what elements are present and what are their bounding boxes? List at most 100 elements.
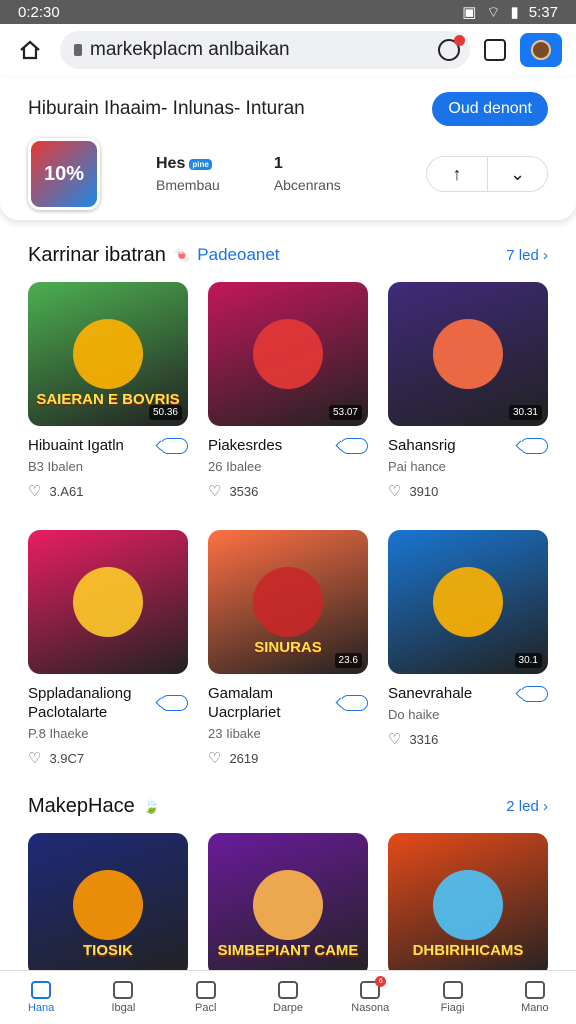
- stat1-badge: pine: [189, 158, 212, 170]
- section-2-more-link[interactable]: 2 led ›: [506, 798, 548, 815]
- game-thumbnail[interactable]: SAIERAN E BOVRIS 50.36: [28, 282, 188, 426]
- game-tile[interactable]: DHBIRIHICAMS: [388, 833, 548, 977]
- game-likes: ♡ 3910: [388, 482, 548, 500]
- status-bar: 0:2:30 ▣ ⌔ ▮ 5:37: [0, 0, 576, 24]
- game-subtitle: 23 Iibake: [208, 726, 261, 741]
- nav-item-darpe[interactable]: Darpe: [253, 981, 323, 1014]
- stat2-label: Abcenrans: [273, 177, 341, 193]
- nav-item-fiagi[interactable]: Fiagi: [418, 981, 488, 1014]
- notification-icon: ▣: [462, 4, 477, 21]
- section-1-subtitle[interactable]: Padeoanet: [197, 245, 279, 265]
- game-art-text: SIMBEPIANT CAME: [217, 942, 359, 959]
- vote-group: ↑ ⌄: [426, 156, 548, 192]
- upvote-button[interactable]: ↑: [427, 157, 487, 191]
- section-1-title: Karrinar ibatran: [28, 243, 166, 266]
- game-thumbnail[interactable]: SIMBEPIANT CAME: [208, 833, 368, 977]
- stat1-label: Bmembau: [156, 177, 220, 193]
- url-text: markekplacm anlbaikan: [90, 39, 290, 60]
- likes-count: 3316: [409, 731, 439, 747]
- game-art-text: DHBIRIHICAMS: [412, 942, 524, 959]
- game-tile[interactable]: 53.07 Piakesrdes 26 Ibalee ♡ 3536: [208, 282, 368, 500]
- heart-icon[interactable]: ♡: [28, 749, 41, 767]
- tile-name-row: Gamalam Uacrplariet: [208, 684, 368, 722]
- nav-item-pacl[interactable]: Pacl: [171, 981, 241, 1014]
- thumbnail-badge: 23.6: [334, 653, 362, 668]
- share-icon[interactable]: [340, 437, 368, 454]
- heart-icon[interactable]: ♡: [208, 482, 221, 500]
- map-icon: [113, 981, 134, 999]
- home-button[interactable]: [14, 34, 46, 66]
- game-art: [73, 870, 143, 940]
- game-likes: ♡ 2619: [208, 749, 368, 767]
- game-tile[interactable]: SIMBEPIANT CAME: [208, 833, 368, 977]
- url-field[interactable]: markekplacm anlbaikan: [60, 31, 470, 69]
- home-icon: [31, 981, 52, 999]
- nav-item-mano[interactable]: Mano: [500, 981, 570, 1014]
- downvote-button[interactable]: ⌄: [487, 157, 547, 191]
- game-thumbnail[interactable]: 30.31: [388, 282, 548, 426]
- game-art: [73, 319, 143, 389]
- heart-icon[interactable]: ♡: [208, 749, 221, 767]
- game-art-text: TIOSIK: [82, 942, 133, 959]
- stat2-value: 1: [273, 155, 283, 172]
- likes-count: 3536: [229, 483, 259, 499]
- game-tile[interactable]: SINURAS 23.6 Gamalam Uacrplariet 23 Iibake ♡…: [208, 530, 368, 767]
- game-thumbnail[interactable]: TIOSIK: [28, 833, 188, 977]
- install-button[interactable]: Oud denont: [432, 92, 548, 126]
- bottom-nav: Hana Ibgal Pacl Darpe 6 Nasona Fiagi Mano: [0, 970, 576, 1024]
- heart-icon[interactable]: ♡: [388, 482, 401, 500]
- nav-item-ibgal[interactable]: Ibgal: [88, 981, 158, 1014]
- nav-label: Fiagi: [440, 1002, 465, 1014]
- game-tile[interactable]: SAIERAN E BOVRIS 50.36 Hibuaint Igatln B3 I…: [28, 282, 188, 500]
- game-thumbnail[interactable]: DHBIRIHICAMS: [388, 833, 548, 977]
- heart-icon[interactable]: ♡: [388, 730, 401, 748]
- lock-icon: [74, 44, 82, 56]
- game-thumbnail[interactable]: SINURAS 23.6: [208, 530, 368, 674]
- game-subtitle: Pai hance: [388, 459, 446, 474]
- heart-icon[interactable]: ♡: [28, 482, 41, 500]
- nav-label: Mano: [521, 1002, 549, 1014]
- tabs-button[interactable]: [484, 39, 506, 61]
- game-title: Hibuaint Igatln: [28, 437, 124, 454]
- game-thumbnail[interactable]: 53.07: [208, 282, 368, 426]
- nav-item-nasona[interactable]: 6 Nasona: [335, 976, 405, 1014]
- section-2-grid: TIOSIK SIMBEPIANT CAME DHBIRIHICAMS: [0, 833, 576, 977]
- section-1-more-link[interactable]: 7 led ›: [506, 247, 548, 264]
- game-thumbnail[interactable]: [28, 530, 188, 674]
- share-icon[interactable]: [520, 685, 548, 702]
- share-icon[interactable]: [340, 695, 368, 711]
- share-icon[interactable]: [160, 437, 188, 454]
- stat1-value: Hes: [156, 155, 186, 172]
- nav-item-hana[interactable]: Hana: [6, 981, 76, 1014]
- game-art: [433, 870, 503, 940]
- nav-label: Hana: [27, 1002, 55, 1014]
- dice-icon: [195, 981, 216, 999]
- game-thumbnail[interactable]: 30.1: [388, 530, 548, 674]
- game-art: [73, 567, 143, 637]
- notification-bubble-icon[interactable]: [438, 35, 465, 61]
- game-likes: ♡ 3536: [208, 482, 368, 500]
- game-art: [253, 319, 323, 389]
- profile-icon: [524, 981, 545, 999]
- share-icon[interactable]: [160, 695, 188, 711]
- nav-label: Pacl: [195, 1002, 217, 1014]
- bell-icon: 6: [360, 976, 387, 999]
- app-title: Hiburain Ihaaim- Inlunas- Inturan: [28, 98, 305, 119]
- likes-count: 3.9C7: [49, 750, 85, 766]
- tile-name-row: Sppladanaliong Paclotalarte: [28, 684, 188, 722]
- game-title: Piakesrdes: [208, 437, 283, 454]
- game-tile[interactable]: 30.31 Sahansrig Pai hance ♡ 3910: [388, 282, 548, 500]
- notification-badge: 6: [375, 976, 387, 987]
- share-icon[interactable]: [520, 437, 548, 454]
- game-tile[interactable]: Sppladanaliong Paclotalarte P.8 Ihaeke ♡ 3.…: [28, 530, 188, 767]
- game-tile[interactable]: 30.1 Sanevrahale Do haike ♡ 3316: [388, 530, 548, 767]
- profile-avatar-button[interactable]: [520, 33, 562, 67]
- gamepad-icon: [442, 981, 463, 999]
- likes-count: 2619: [229, 750, 259, 766]
- game-art: [253, 870, 323, 940]
- status-time: 0:2:30: [18, 3, 60, 21]
- thumbnail-badge: 30.31: [508, 405, 542, 420]
- thumbnail-badge: 53.07: [328, 405, 362, 420]
- card-icon: [277, 981, 298, 999]
- game-tile[interactable]: TIOSIK: [28, 833, 188, 977]
